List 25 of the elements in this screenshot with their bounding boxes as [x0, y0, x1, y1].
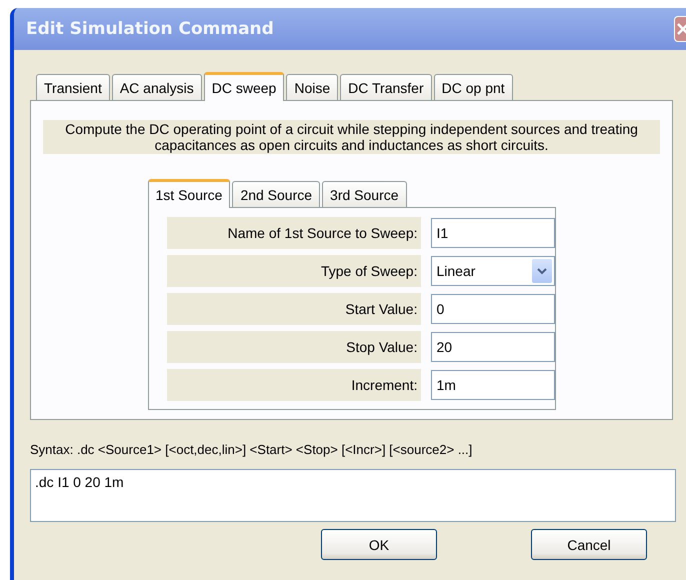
tab[interactable]: Transient	[36, 74, 110, 100]
tab[interactable]: Noise	[286, 74, 338, 100]
window-title: Edit Simulation Command	[26, 19, 274, 39]
input-field[interactable]: 20	[430, 332, 554, 362]
source-tab[interactable]: 1st Source	[148, 179, 230, 208]
ok-button[interactable]: OK	[321, 529, 437, 560]
sweep-type-dropdown[interactable]: Linear	[430, 256, 554, 286]
syntax-text: Syntax: .dc <Source1> [<oct,dec,lin>] <Start> <Stop> [<Incr>] [<source2> ...]	[30, 442, 474, 457]
field-label: Name of 1st Source to Sweep:	[166, 217, 420, 249]
input-field[interactable]: 0	[430, 294, 554, 324]
tab[interactable]: AC analysis	[112, 74, 202, 100]
tab[interactable]: DC op pnt	[434, 74, 513, 100]
tab[interactable]: DC sweep	[204, 72, 284, 101]
description-text: Compute the DC operating point of a circuit while stepping independent sources and treating capacitances as open circuits and inductances as short circuits.	[43, 120, 660, 154]
field-label: Start Value:	[166, 293, 420, 325]
command-field[interactable]: .dc I1 0 20 1m	[30, 469, 676, 522]
tab[interactable]: DC Transfer	[340, 74, 432, 100]
field-label: Increment:	[166, 369, 420, 401]
field-label: Type of Sweep:	[166, 255, 420, 287]
cancel-button[interactable]: Cancel	[531, 529, 647, 560]
input-field[interactable]: I1	[430, 218, 554, 248]
input-field[interactable]: 1m	[430, 370, 554, 400]
source-tab[interactable]: 3rd Source	[322, 181, 407, 207]
source-tab[interactable]: 2nd Source	[232, 181, 320, 207]
field-label: Stop Value:	[166, 331, 420, 363]
